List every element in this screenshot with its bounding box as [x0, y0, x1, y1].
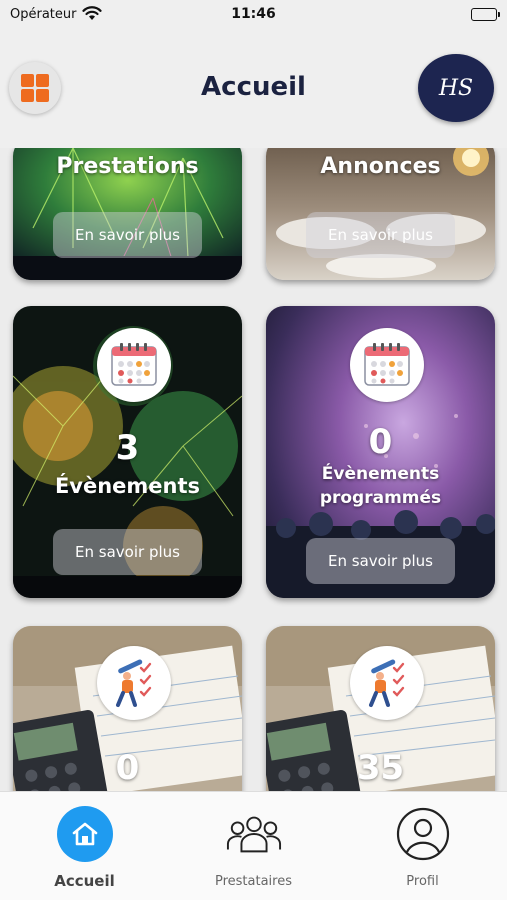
card-evenements-programmes[interactable]: 0 Évènements programmés En savoir plus: [266, 306, 495, 598]
tab-label: Prestataires: [214, 874, 292, 889]
card-title-line2: programmés: [319, 488, 442, 508]
learn-more-button[interactable]: En savoir plus: [53, 529, 202, 575]
group-icon: [226, 806, 282, 862]
tasks-count: 0: [115, 748, 140, 788]
card-taches-2[interactable]: 35: [266, 626, 495, 791]
battery-icon: [471, 8, 500, 21]
home-icon: [57, 806, 113, 862]
tab-bar: Accueil Prestataires Profil: [0, 791, 507, 900]
learn-more-button[interactable]: En savoir plus: [306, 212, 455, 258]
card-evenements[interactable]: 3 Évènements En savoir plus: [13, 306, 242, 598]
status-time: 11:46: [231, 6, 276, 22]
app-header: Accueil HS: [0, 30, 507, 148]
tab-label: Accueil: [54, 872, 115, 890]
tab-label: Profil: [406, 874, 439, 889]
learn-more-button[interactable]: En savoir plus: [306, 538, 455, 584]
tasks-count: 35: [356, 748, 405, 788]
calendar-icon: [97, 328, 171, 402]
card-title: Évènements: [54, 474, 201, 498]
learn-more-button[interactable]: En savoir plus: [53, 212, 202, 258]
card-prestations[interactable]: Prestations En savoir plus: [13, 148, 242, 280]
dashboard-grid[interactable]: Prestations En savoir plus Annonces En s…: [0, 148, 507, 791]
card-title: Prestations: [56, 154, 199, 179]
card-title-line1: Évènements: [321, 464, 440, 484]
profile-icon: [395, 806, 451, 862]
card-title: Annonces: [320, 154, 441, 179]
calendar-icon: [350, 328, 424, 402]
tab-accueil[interactable]: Accueil: [0, 792, 169, 900]
scheduled-events-count: 0: [368, 422, 393, 462]
avatar[interactable]: HS: [418, 54, 494, 122]
status-bar: Opérateur 11:46: [0, 0, 507, 30]
tab-profil[interactable]: Profil: [338, 792, 507, 900]
task-checklist-icon: [97, 646, 171, 720]
task-checklist-icon: [350, 646, 424, 720]
card-annonces[interactable]: Annonces En savoir plus: [266, 148, 495, 280]
tab-prestataires[interactable]: Prestataires: [169, 792, 338, 900]
events-count: 3: [115, 428, 140, 468]
card-taches[interactable]: 0: [13, 626, 242, 791]
